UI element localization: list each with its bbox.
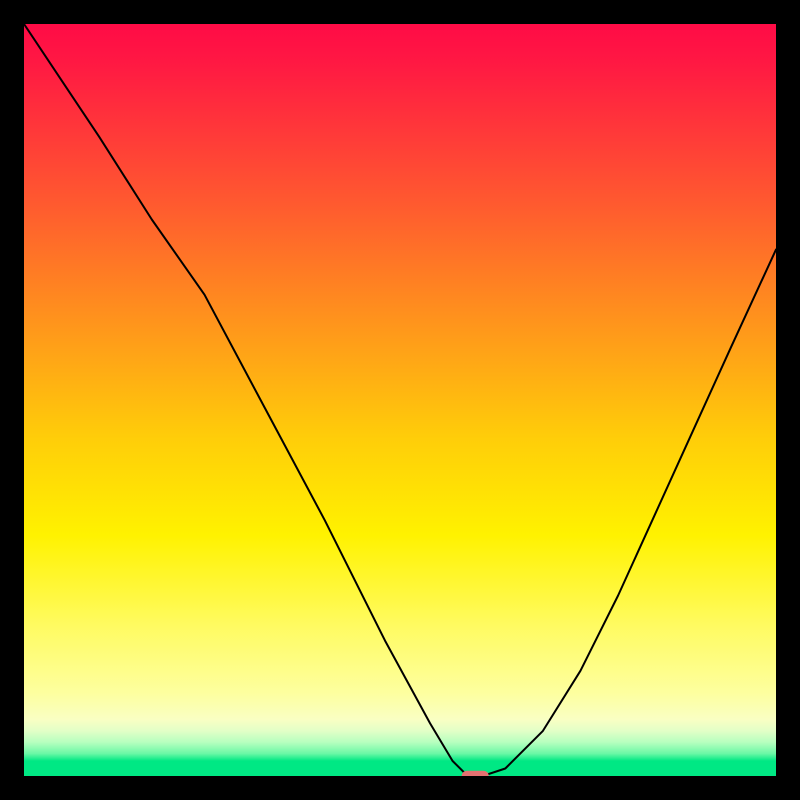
- chart-plot: [24, 24, 776, 776]
- optimum-marker: [462, 771, 489, 776]
- chart-area: [24, 24, 776, 776]
- bottleneck-curve-line: [24, 24, 776, 776]
